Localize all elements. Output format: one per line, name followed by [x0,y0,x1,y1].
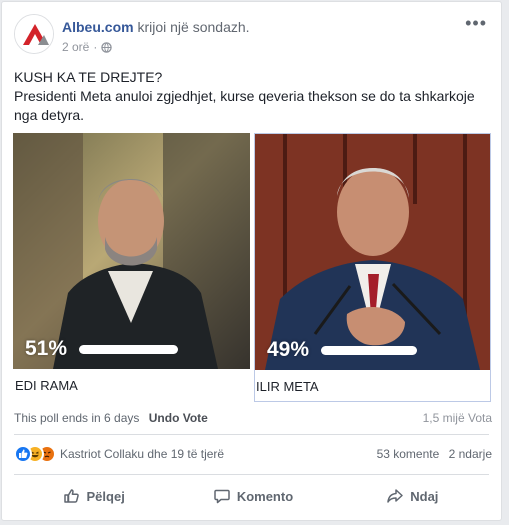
poll-option-1-percent: 51% [25,337,68,360]
like-reaction-icon[interactable] [14,445,32,463]
comment-icon [214,489,230,504]
poll-ends-text: This poll ends in 6 days [14,411,140,425]
post-meta-line: 2 orë · [62,40,113,54]
page-avatar[interactable] [14,14,54,54]
reaction-names[interactable]: Kastriot Collaku dhe 19 të tjerë [60,447,224,461]
post-author-line: Albeu.com krijoi një sondazh. [62,19,250,35]
poll-option-2-photo: 49% [255,134,490,370]
post-actions: Pëlqej Komento Ndaj [14,480,492,512]
poll-option-1-photo: 51% [13,133,250,369]
poll-option-2-progress-bar [321,346,417,355]
poll-option-1[interactable]: 51% EDI RAMA [13,133,250,402]
post-title: KUSH KA TE DREJTE? [14,69,163,85]
share-button-label: Ndaj [410,488,439,504]
poll-meta: This poll ends in 6 days Undo Vote 1,5 m… [14,411,492,425]
reactions-bar: Kastriot Collaku dhe 19 të tjerë 53 kome… [14,444,492,464]
post-header: Albeu.com krijoi një sondazh. 2 orë · ••… [14,14,489,58]
poll-option-2-image [255,134,490,370]
poll-option-2-label: ILIR META [256,379,319,394]
vote-count[interactable]: 1,5 mijë Vota [423,411,492,425]
like-button-label: Pëlqej [86,488,125,504]
shares-count[interactable]: 2 ndarje [449,447,492,461]
globe-icon[interactable] [101,41,113,53]
divider [14,474,489,475]
poll-option-2[interactable]: 49% ILIR META [254,133,491,402]
post-action-text: krijoi një sondazh. [137,19,250,35]
engagement-counts: 53 komente 2 ndarje [371,447,492,461]
poll-option-2-percent: 49% [267,338,310,361]
poll-option-1-progress-bar [79,345,178,354]
post-timestamp[interactable]: 2 orë [62,40,89,54]
poll-option-1-label: EDI RAMA [15,378,78,393]
page-name-link[interactable]: Albeu.com [62,19,134,35]
share-button[interactable]: Ndaj [333,480,492,512]
post-body: Presidenti Meta anuloi zgjedhjet, kurse … [14,88,475,123]
like-button[interactable]: Pëlqej [14,480,173,512]
comment-button-label: Komento [236,488,294,504]
share-icon [387,489,403,503]
albeu-logo-icon [15,15,53,53]
post-card: Albeu.com krijoi një sondazh. 2 orë · ••… [1,1,502,521]
post-text: KUSH KA TE DREJTE? Presidenti Meta anulo… [14,68,492,125]
comment-button[interactable]: Komento [173,480,332,512]
thumbs-up-icon [63,489,79,503]
more-options-icon[interactable]: ••• [465,14,487,32]
separator-dot: · [93,40,98,54]
divider [14,434,489,435]
poll-option-1-image [13,133,250,369]
comments-count[interactable]: 53 komente [377,447,440,461]
undo-vote-button[interactable]: Undo Vote [149,411,208,425]
